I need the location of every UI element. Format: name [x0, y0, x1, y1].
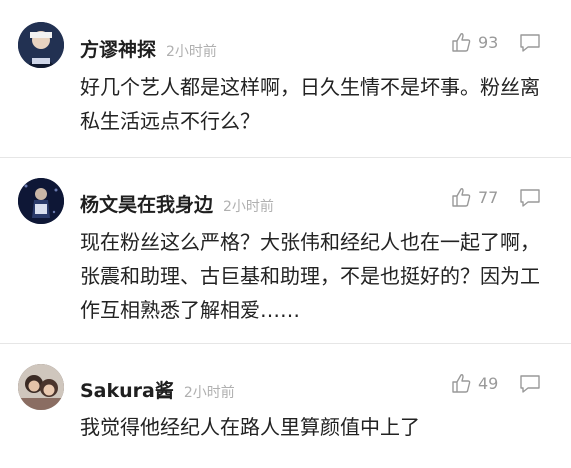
avatar[interactable] — [18, 364, 64, 410]
comment-text: 我觉得他经纪人在路人里算颜值中上了 — [80, 415, 420, 439]
username-text[interactable]: 杨文昊在我身边 — [80, 194, 213, 216]
comment-item: Sakura酱 2小时前 49 我觉得他经纪人在路人里算颜值中上了 — [0, 344, 571, 468]
thumbs-up-icon — [452, 374, 471, 393]
thumbs-up-icon — [452, 33, 471, 52]
username-text[interactable]: 方谬神探 — [80, 39, 156, 61]
username[interactable]: 方谬神探 2小时前 — [80, 35, 217, 62]
timestamp: 2小时前 — [166, 44, 217, 60]
reply-icon[interactable] — [519, 374, 541, 394]
avatar-image — [18, 178, 64, 224]
username[interactable]: 杨文昊在我身边 2小时前 — [80, 190, 274, 217]
like-button[interactable]: 93 — [450, 31, 498, 53]
comment-text: 好几个艺人都是这样啊，日久生情不是坏事。粉丝离私生活远点不行么？ — [80, 75, 540, 133]
comment-item: 杨文昊在我身边 2小时前 77 现在粉丝这么严格？大张伟和经纪人也在一起了啊，张震… — [0, 158, 571, 344]
avatar[interactable] — [18, 178, 64, 224]
avatar-image — [18, 364, 64, 410]
username-text[interactable]: Sakura酱 — [80, 380, 174, 402]
thumbs-up-icon — [452, 188, 471, 207]
reply-icon[interactable] — [519, 33, 541, 53]
like-count: 49 — [478, 373, 499, 393]
reply-icon[interactable] — [519, 188, 541, 208]
username[interactable]: Sakura酱 2小时前 — [80, 376, 235, 403]
like-button[interactable]: 77 — [450, 186, 498, 208]
like-count: 93 — [478, 32, 499, 52]
like-button[interactable]: 49 — [450, 372, 498, 394]
avatar-image — [18, 22, 64, 68]
comment-text: 现在粉丝这么严格？大张伟和经纪人也在一起了啊，张震和助理、古巨基和助理，不是也挺… — [80, 230, 540, 322]
comment-item: 方谬神探 2小时前 93 好几个艺人都是这样啊，日久生情不是坏事。粉丝离私生活远点… — [0, 0, 571, 158]
avatar[interactable] — [18, 22, 64, 68]
timestamp: 2小时前 — [223, 199, 274, 215]
like-count: 77 — [478, 187, 499, 207]
timestamp: 2小时前 — [183, 385, 235, 401]
